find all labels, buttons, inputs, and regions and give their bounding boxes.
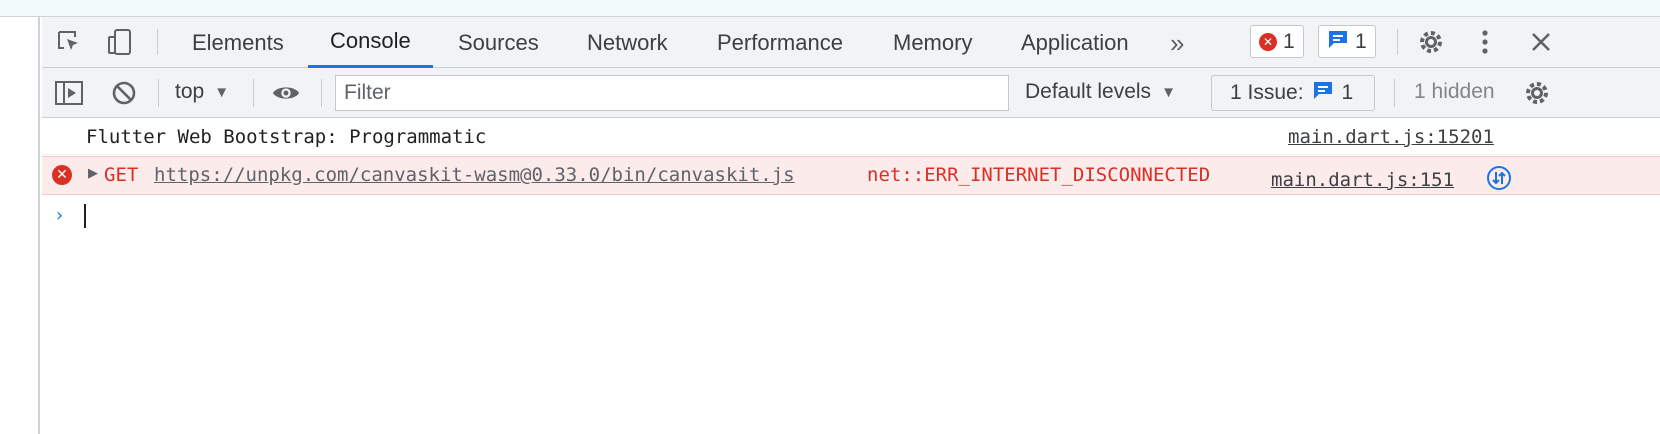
- browser-page-strip: [0, 0, 1660, 17]
- log-levels-label: Default levels: [1025, 80, 1152, 103]
- log-text: Flutter Web Bootstrap: Programmatic: [86, 126, 487, 148]
- toolbar-divider: [1397, 29, 1398, 55]
- message-icon: [1327, 29, 1349, 55]
- page-gutter: [0, 17, 40, 434]
- error-icon: ✕: [1259, 32, 1277, 51]
- hidden-messages-count: 1 hidden: [1414, 80, 1495, 103]
- issues-count: 1: [1341, 81, 1354, 104]
- toolbar-divider: [253, 79, 254, 107]
- prompt-chevron-icon: ›: [56, 205, 64, 226]
- text-caret: [84, 204, 86, 228]
- toolbar-divider: [321, 79, 322, 107]
- gear-icon[interactable]: [1416, 27, 1446, 57]
- source-link[interactable]: main.dart.js:15201: [1288, 126, 1494, 148]
- console-toolbar: top ▼ Default levels ▼ 1 Issue: 1 1 hidd…: [42, 68, 1660, 118]
- dropdown-arrow-icon: ▼: [214, 83, 230, 101]
- sidebar-toggle-icon[interactable]: [54, 78, 84, 108]
- console-message-log: Flutter Web Bootstrap: Programmatic main…: [42, 118, 1660, 155]
- request-method: GET: [104, 164, 139, 186]
- inspect-element-icon[interactable]: [54, 27, 84, 57]
- toolbar-divider: [1394, 79, 1395, 107]
- message-count-badge[interactable]: 1: [1318, 25, 1376, 58]
- tab-elements[interactable]: Elements: [192, 17, 284, 68]
- tab-application[interactable]: Application: [1021, 17, 1129, 68]
- tab-console[interactable]: Console: [308, 17, 433, 68]
- tab-network[interactable]: Network: [587, 17, 668, 68]
- clear-console-icon[interactable]: [109, 78, 139, 108]
- toolbar-divider: [157, 29, 158, 55]
- tab-sources[interactable]: Sources: [458, 17, 539, 68]
- kebab-menu-icon[interactable]: [1470, 27, 1500, 57]
- filter-input[interactable]: [335, 75, 1009, 111]
- issues-button[interactable]: 1 Issue: 1: [1211, 75, 1375, 111]
- context-value: top: [175, 80, 205, 103]
- gear-icon[interactable]: [1522, 78, 1552, 108]
- close-icon[interactable]: [1526, 27, 1556, 57]
- refresh-icon[interactable]: [1486, 165, 1512, 191]
- error-count-badge[interactable]: ✕ 1: [1250, 25, 1304, 58]
- tab-performance[interactable]: Performance: [717, 17, 843, 68]
- toolbar-divider: [158, 79, 159, 107]
- tab-memory[interactable]: Memory: [893, 17, 972, 68]
- expand-triangle-icon[interactable]: ▶: [88, 166, 98, 181]
- log-levels-dropdown[interactable]: Default levels ▼: [1025, 80, 1176, 104]
- request-url-link[interactable]: https://unpkg.com/canvaskit-wasm@0.33.0/…: [154, 164, 795, 186]
- message-count: 1: [1355, 29, 1367, 53]
- source-link[interactable]: main.dart.js:151: [1271, 169, 1454, 191]
- devtools-panel: Elements Console Sources Network Perform…: [42, 17, 1660, 434]
- dropdown-arrow-icon: ▼: [1161, 83, 1176, 101]
- device-toolbar-icon[interactable]: [105, 27, 135, 57]
- console-prompt[interactable]: ›: [42, 199, 1660, 235]
- devtools-tab-bar: Elements Console Sources Network Perform…: [42, 17, 1660, 68]
- console-message-error: ✕ ▶ GET https://unpkg.com/canvaskit-wasm…: [42, 156, 1660, 195]
- eye-icon[interactable]: [271, 78, 301, 108]
- context-selector[interactable]: top ▼: [175, 80, 229, 104]
- error-count: 1: [1283, 29, 1295, 53]
- error-icon: ✕: [52, 165, 72, 185]
- error-code: net::ERR_INTERNET_DISCONNECTED: [867, 164, 1211, 186]
- more-tabs-button[interactable]: »: [1170, 28, 1184, 59]
- issues-label: 1 Issue:: [1230, 81, 1304, 104]
- message-icon: [1312, 80, 1334, 106]
